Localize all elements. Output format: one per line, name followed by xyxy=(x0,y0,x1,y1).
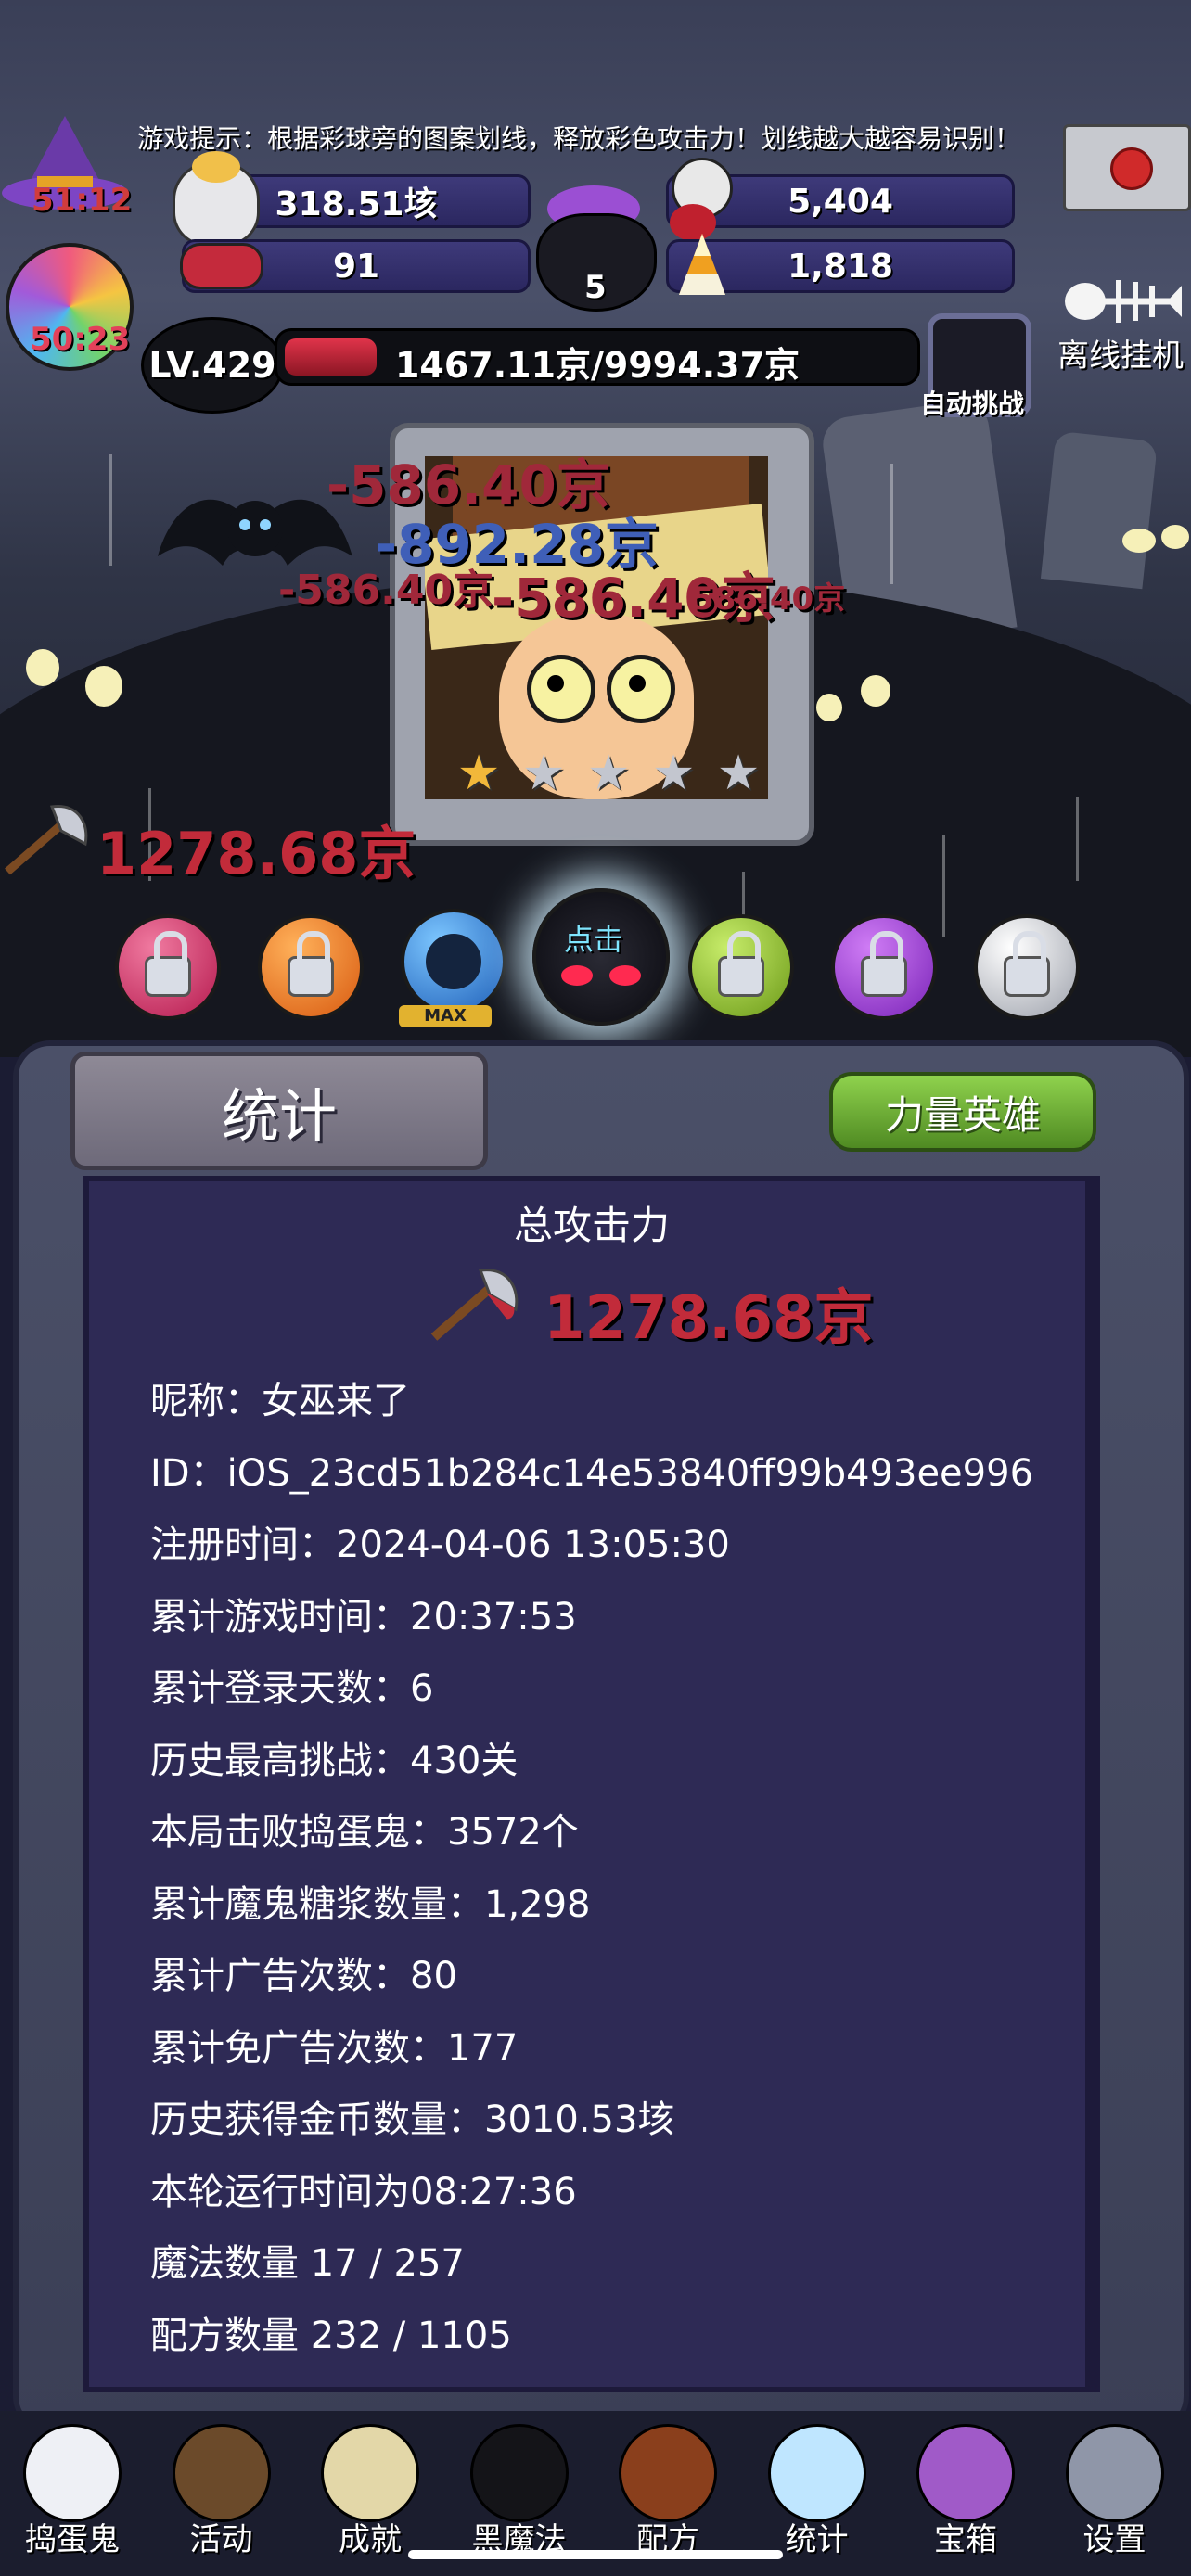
cauldron-count: 5 xyxy=(584,269,607,306)
enemy-stars: ★ ★ ★ ★ ★ xyxy=(455,749,762,797)
stat-line: 累计广告次数：80 xyxy=(150,1955,457,1997)
magic-orb-silver[interactable] xyxy=(974,914,1080,1020)
magic-orb-orange[interactable] xyxy=(258,914,364,1020)
power-hero-button[interactable]: 力量英雄 xyxy=(829,1072,1096,1152)
damage-number: 586.40京 xyxy=(692,580,846,618)
level-badge: LV.429 xyxy=(141,317,284,414)
crystal-ball-icon xyxy=(767,2424,866,2522)
tombstone xyxy=(1040,430,1159,590)
magic-orb-blue[interactable] xyxy=(401,909,506,1014)
hp-text: 1467.11京/9994.37京 xyxy=(394,345,800,386)
corn-value: 1,818 xyxy=(788,247,893,286)
game-hint: 游戏提示：根据彩球旁的图案划线，释放彩色攻击力！划线越大越容易识别！ xyxy=(137,123,1021,154)
candy-corn-icon xyxy=(679,234,725,295)
stat-line: 累计登录天数：6 xyxy=(150,1667,434,1710)
tap-label: 点击 xyxy=(564,922,624,957)
lock-icon xyxy=(288,931,334,997)
section-title: 总攻击力 xyxy=(513,1203,670,1248)
glowing-eyes xyxy=(1161,525,1189,549)
rain-streak xyxy=(890,464,893,584)
stats-list[interactable]: 总攻击力 1278.68京 昵称：女巫来了 ID：iOS_23cd51b284c1… xyxy=(83,1176,1100,2392)
tab-1[interactable]: 捣蛋鬼 xyxy=(7,2417,137,2574)
scrollbar[interactable] xyxy=(1085,1181,1095,2387)
magic-orb-purple[interactable] xyxy=(831,914,937,1020)
fishbone-icon[interactable] xyxy=(1063,269,1184,334)
stat-line: 累计免广告次数：177 xyxy=(150,2026,519,2070)
lock-icon xyxy=(145,931,191,997)
tab-8[interactable]: 设置 xyxy=(1050,2417,1180,2574)
skull-trophy-icon xyxy=(321,2424,419,2522)
damage-number: -586.40京 xyxy=(278,567,494,614)
stat-line: 累计魔鬼糖浆数量：1,298 xyxy=(150,1882,591,1926)
auto-challenge-label[interactable]: 自动挑战 xyxy=(920,384,1024,421)
home-indicator xyxy=(408,2550,783,2559)
axe-icon xyxy=(430,1269,519,1341)
recipe-book-icon xyxy=(619,2424,717,2522)
magic-orb-green[interactable] xyxy=(688,914,794,1020)
level-text: LV.429 xyxy=(148,345,276,386)
lock-icon xyxy=(861,931,907,997)
gold-bag-icon xyxy=(173,151,260,247)
stat-line: 配方数量 232 / 1105 xyxy=(150,2314,512,2357)
magic-orb-pink[interactable] xyxy=(115,914,221,1020)
glowing-eyes xyxy=(816,694,842,721)
candy-value: 91 xyxy=(332,247,380,286)
glowing-eyes xyxy=(26,649,59,686)
tab-7[interactable]: 宝箱 xyxy=(901,2417,1031,2574)
stat-line: 本局击败捣蛋鬼：3572个 xyxy=(150,1811,579,1854)
witch-timer: 51:12 xyxy=(32,182,133,219)
stat-line: ID：iOS_23cd51b284c14e53840ff99b493ee996 xyxy=(150,1451,1034,1495)
skull-orb-icon xyxy=(426,934,481,989)
rain-streak xyxy=(1076,797,1079,881)
stat-line: 注册时间：2024-04-06 13:05:30 xyxy=(150,1524,730,1566)
treasure-box-icon xyxy=(916,2424,1015,2522)
eyeball-basket-icon xyxy=(172,2424,271,2522)
total-attack-value: 1278.68京 xyxy=(544,1284,874,1353)
orb-max-label: MAX xyxy=(399,1005,492,1027)
hp-bar: 1467.11京/9994.37京 xyxy=(275,328,920,386)
stat-line: 历史获得金币数量：3010.53垓 xyxy=(150,2098,675,2141)
star-empty-icon: ★ xyxy=(586,746,631,801)
axe-icon xyxy=(5,805,88,875)
stat-line: 累计游戏时间：20:37:53 xyxy=(150,1595,577,1639)
black-cat-icon xyxy=(469,2424,569,2522)
mail-icon[interactable] xyxy=(1063,124,1191,211)
tab-2[interactable]: 活动 xyxy=(157,2417,287,2574)
stat-line: 成就数量 xyxy=(150,2377,299,2387)
rain-streak xyxy=(109,454,112,566)
stat-line: 昵称：女巫来了 xyxy=(150,1380,410,1422)
stat-line: 魔法数量 17 / 257 xyxy=(150,2242,465,2285)
stat-line: 历史最高挑战：430关 xyxy=(150,1739,519,1782)
tab-label: 宝箱 xyxy=(934,2521,997,2558)
rain-streak xyxy=(942,835,945,937)
tab-label: 捣蛋鬼 xyxy=(25,2521,120,2558)
lock-icon xyxy=(1004,931,1050,997)
glowing-eyes xyxy=(1122,529,1156,553)
battle-scene: 51:12 50:23 游戏提示：根据彩球旁的图案划线，释放彩色攻击力！划线越大… xyxy=(0,0,1191,1057)
star-empty-icon: ★ xyxy=(651,746,696,801)
star-empty-icon: ★ xyxy=(716,746,761,801)
panel-title: 统计 xyxy=(221,1082,337,1150)
offline-label[interactable]: 离线挂机 xyxy=(1057,330,1184,376)
skull-candy-icon xyxy=(180,243,263,289)
candy-timer: 50:23 xyxy=(30,321,131,358)
tab-label: 活动 xyxy=(189,2521,253,2558)
gold-value: 318.51垓 xyxy=(275,185,438,223)
skull-potion-value: 5,404 xyxy=(788,182,893,221)
gear-icon xyxy=(1065,2424,1164,2522)
total-attack-display: 1278.68京 xyxy=(96,820,416,887)
tab-label: 设置 xyxy=(1082,2521,1146,2558)
power-hero-label[interactable]: 力量英雄 xyxy=(885,1084,1041,1141)
star-filled-icon: ★ xyxy=(456,746,501,801)
glowing-eyes xyxy=(861,675,890,707)
stat-line: 本轮运行时间为08:27:36 xyxy=(150,2170,577,2213)
lock-icon xyxy=(718,931,764,997)
star-empty-icon: ★ xyxy=(521,746,566,801)
panel-title-plank: 统计 xyxy=(70,1052,488,1170)
glowing-eyes xyxy=(85,666,122,707)
ghost-icon xyxy=(23,2424,122,2522)
